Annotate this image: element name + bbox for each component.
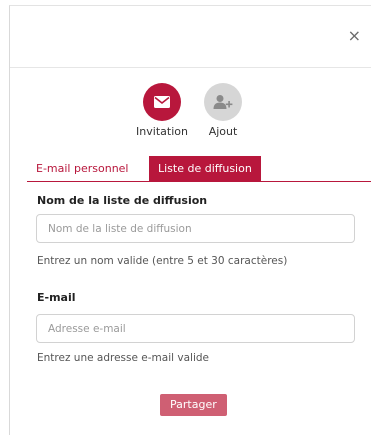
envelope-icon bbox=[143, 83, 181, 121]
add-user-icon bbox=[204, 83, 242, 121]
email-label: E-mail bbox=[37, 291, 76, 304]
tab-mailing-list[interactable]: Liste de diffusion bbox=[149, 156, 261, 181]
tab-personal-email[interactable]: E-mail personnel bbox=[27, 156, 138, 181]
email-input[interactable] bbox=[36, 314, 355, 343]
close-icon[interactable]: × bbox=[348, 28, 361, 44]
mode-invitation[interactable]: Invitation bbox=[132, 83, 192, 138]
share-dialog: × Invitation Ajout E-mail personnel List… bbox=[9, 5, 371, 435]
email-hint: Entrez une adresse e-mail valide bbox=[37, 352, 209, 364]
mode-add-label: Ajout bbox=[208, 125, 238, 138]
header-divider bbox=[10, 67, 371, 68]
mode-add[interactable]: Ajout bbox=[193, 83, 253, 138]
mode-invitation-label: Invitation bbox=[136, 125, 188, 138]
share-button[interactable]: Partager bbox=[160, 394, 227, 416]
list-name-hint: Entrez un nom valide (entre 5 et 30 cara… bbox=[37, 255, 288, 267]
tabs-underline bbox=[27, 181, 371, 182]
list-name-input[interactable] bbox=[36, 214, 355, 243]
list-name-label: Nom de la liste de diffusion bbox=[37, 194, 208, 207]
